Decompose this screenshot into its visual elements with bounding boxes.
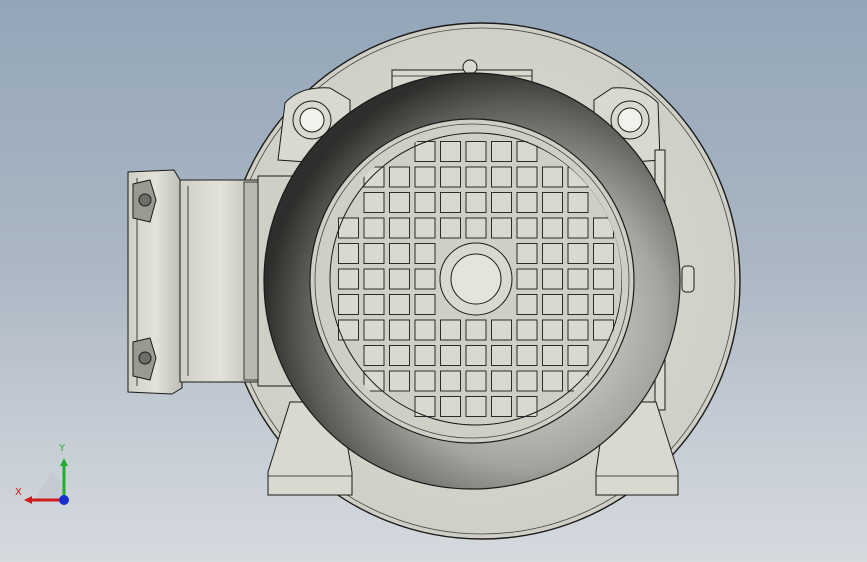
grill-opening [440,141,461,162]
grill-opening [465,141,487,162]
grill-opening [440,192,461,213]
grill-opening [491,345,512,366]
grill-opening [440,345,461,366]
grill-opening [338,294,359,315]
grill-opening [338,243,359,264]
grill-opening [516,370,538,392]
grill-opening [542,243,563,264]
grill-opening [414,166,436,188]
grill-opening [414,217,436,239]
grill-opening [516,166,538,188]
grill-opening [414,319,436,341]
x-axis-arrowhead [24,496,32,504]
grill-opening [542,345,563,366]
grill-opening [338,268,359,290]
grill-opening [567,217,589,239]
grill-opening [465,217,487,239]
grill-opening [516,345,538,366]
grill-opening [465,319,487,341]
grill-opening [491,166,512,188]
grill-opening [542,294,563,315]
motor-model[interactable] [0,0,867,562]
grill-opening [567,268,589,290]
grill-opening [440,166,461,188]
grill-opening [491,319,512,341]
grill-opening [542,319,563,341]
grill-opening [389,319,410,341]
grill-opening [465,396,487,417]
grill-opening [414,192,436,213]
cad-viewport[interactable]: X Y [0,0,867,562]
grill-opening [567,345,589,366]
fan-guard-hub [439,242,513,316]
grill-opening [389,166,410,188]
grill-opening [542,217,563,239]
grill-opening [363,268,385,290]
grill-opening [465,370,487,392]
grill-opening [363,217,385,239]
grill-opening [516,217,538,239]
grill-opening [389,268,410,290]
grill-opening [389,345,410,366]
grill-opening [593,294,614,315]
coordinate-triad [24,458,69,505]
grill-opening [465,192,487,213]
grill-opening [593,268,614,290]
grill-opening [516,268,538,290]
grill-opening [389,294,410,315]
grill-opening [542,166,563,188]
x-axis-label: X [15,487,22,498]
grill-opening [440,396,461,417]
grill-opening [516,319,538,341]
grill-opening [363,243,385,264]
grill-opening [542,192,563,213]
grill-opening [440,370,461,392]
grill-opening [363,345,385,366]
grill-opening [542,370,563,392]
z-axis-dot [59,495,69,505]
grill-opening [414,294,436,315]
grill-opening [491,370,512,392]
grill-opening [363,294,385,315]
grill-opening [567,192,589,213]
grill-opening [363,370,385,392]
y-axis-arrowhead [60,458,68,466]
grill-opening [567,243,589,264]
grill-opening [465,345,487,366]
grill-opening [440,217,461,239]
grill-opening [389,192,410,213]
grill-opening [491,192,512,213]
grill-opening [414,268,436,290]
grill-opening [389,243,410,264]
grill-opening [389,370,410,392]
grill-opening [516,192,538,213]
grill-opening [389,217,410,239]
grill-opening [491,141,512,162]
grill-opening [491,396,512,417]
grill-opening [414,345,436,366]
grill-opening [414,370,436,392]
grill-opening [567,294,589,315]
grill-opening [363,192,385,213]
y-axis-label: Y [59,443,66,454]
grill-opening [516,294,538,315]
grill-opening [491,217,512,239]
grill-opening [440,319,461,341]
grill-opening [542,268,563,290]
grill-opening [516,243,538,264]
grill-opening [593,243,614,264]
grill-opening [567,319,589,341]
grill-opening [363,319,385,341]
grill-opening [414,243,436,264]
grill-opening [465,166,487,188]
